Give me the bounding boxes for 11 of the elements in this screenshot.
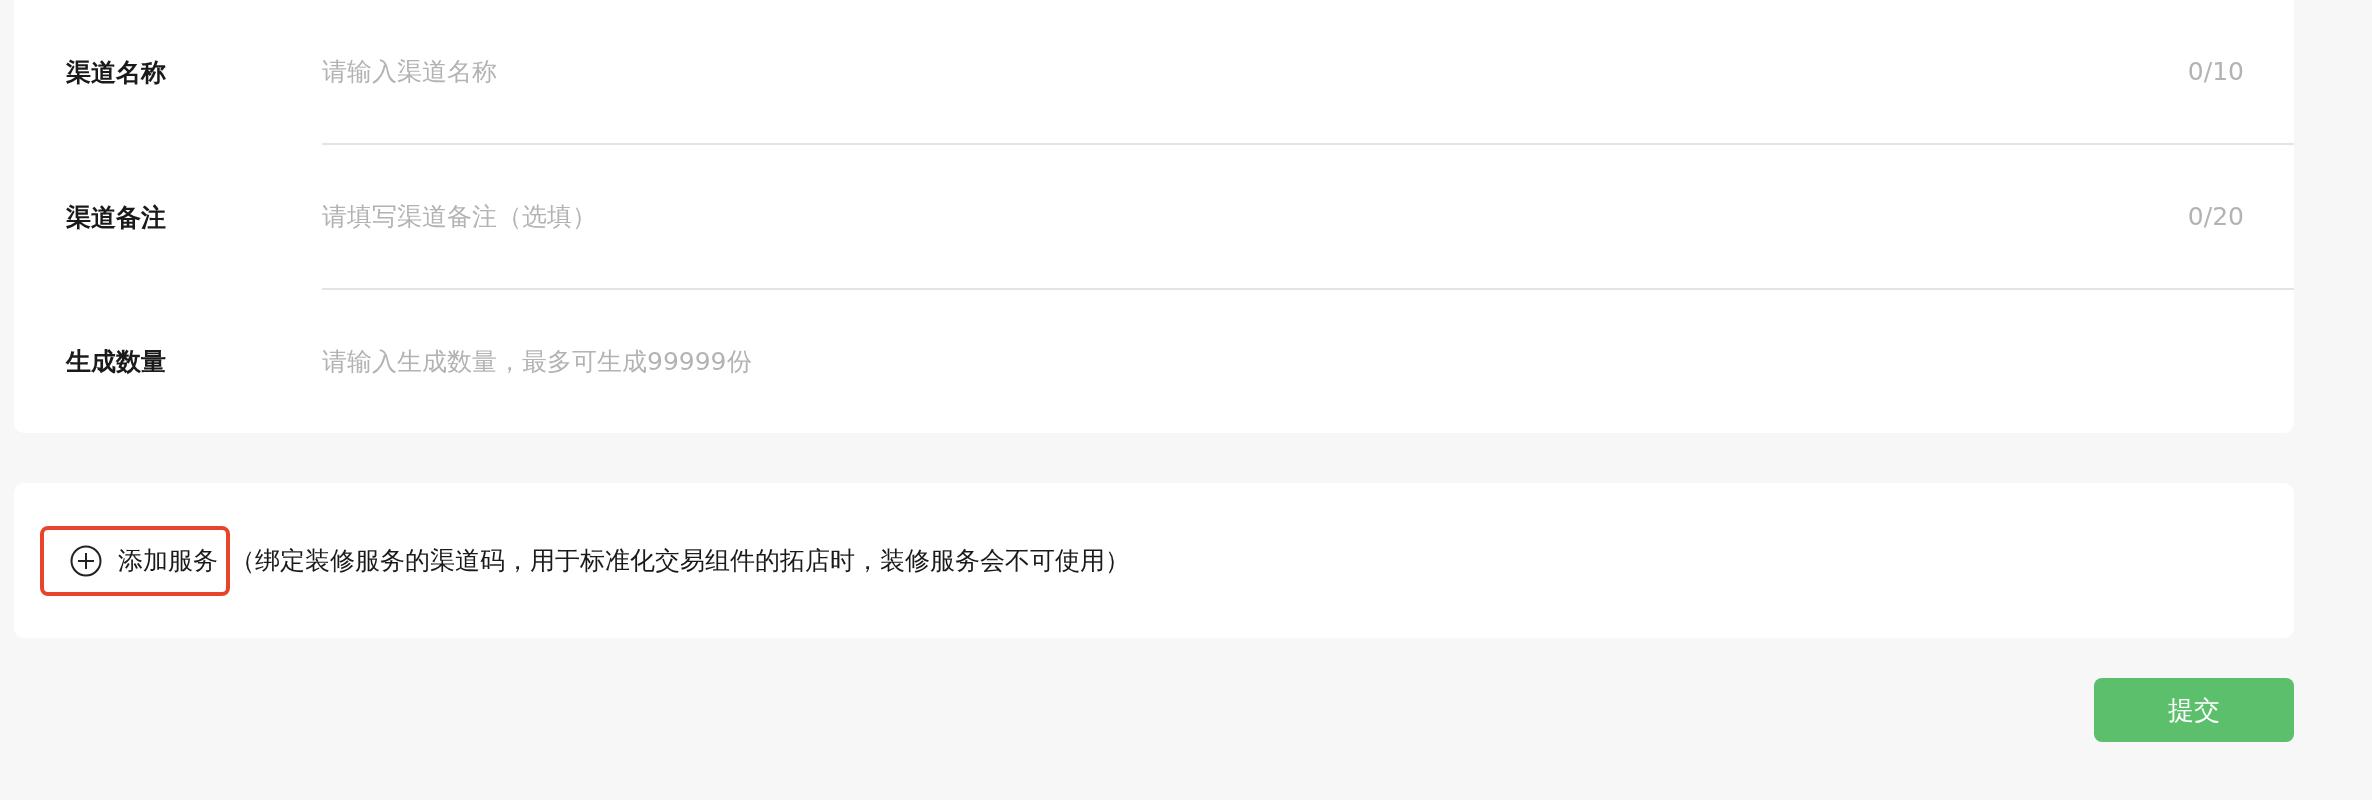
input-field[interactable]: 请输入生成数量，最多可生成99999份 bbox=[322, 347, 2244, 376]
field-label: 渠道备注 bbox=[65, 202, 167, 234]
character-counter: 0/10 bbox=[2187, 57, 2244, 86]
service-note: （绑定装修服务的渠道码，用于标准化交易组件的拓店时，装修服务会不可使用） bbox=[230, 545, 1130, 577]
character-counter: 0/20 bbox=[2187, 202, 2244, 231]
plus-circle-icon bbox=[70, 544, 102, 577]
input-field[interactable]: 请输入渠道名称 bbox=[322, 57, 2188, 86]
input-field[interactable]: 请填写渠道备注（选填） bbox=[322, 202, 2188, 231]
add-service-button[interactable]: 添加服务 bbox=[40, 525, 230, 596]
field-label: 生成数量 bbox=[64, 346, 167, 378]
field-label: 渠道名称 bbox=[65, 57, 167, 89]
